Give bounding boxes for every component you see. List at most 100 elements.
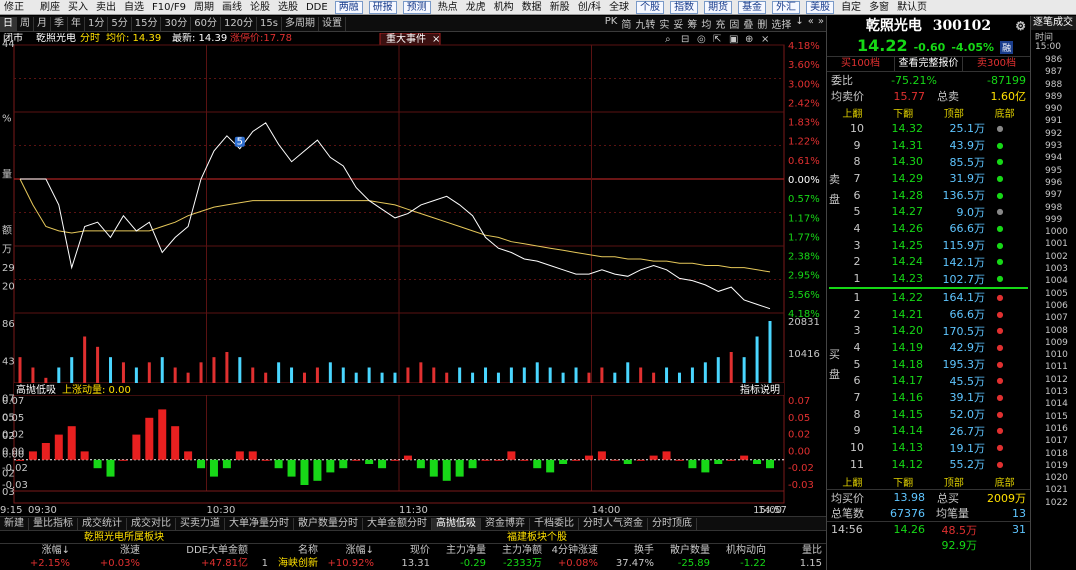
order-row[interactable]: 2 14.24 142.1万 ● <box>827 254 1030 271</box>
indicator-tab[interactable]: 量比指标 <box>29 517 78 530</box>
indicator-tab[interactable]: 大单金额分时 <box>363 517 432 530</box>
full-quote-button[interactable]: 查看完整报价 <box>894 57 963 71</box>
toolbar-item[interactable]: 论股 <box>246 0 274 14</box>
period-item[interactable]: 设置 <box>319 16 346 31</box>
indicator-tab[interactable]: 高抛低吸 <box>432 517 481 530</box>
period-item[interactable]: 日 <box>0 16 17 31</box>
sector-data-row[interactable]: +2.15% +0.03% +47.81亿 1 海峡创新 +10.92% 13.31 -0.2… <box>0 557 826 570</box>
toolbar-item[interactable]: 期货 <box>704 0 733 14</box>
order-row[interactable]: 6 14.28 136.5万 ● <box>827 187 1030 204</box>
order-row[interactable]: 8 14.30 85.5万 ● <box>827 153 1030 170</box>
toolbar-item[interactable]: 创/科 <box>574 0 605 14</box>
buy100-button[interactable]: 买100档 <box>827 57 894 71</box>
toolbar-item[interactable]: 选股 <box>274 0 302 14</box>
chart-tool-button[interactable]: 实 <box>657 16 671 31</box>
indicator-tab[interactable]: 成交对比 <box>127 517 176 530</box>
stock-col-header[interactable]: 4分钟涨速 <box>542 544 598 557</box>
stock-col-header[interactable]: 机构动向 <box>710 544 766 557</box>
period-item[interactable]: 15s <box>257 16 282 31</box>
gear-icon[interactable]: ⚙ <box>1015 16 1026 36</box>
period-item[interactable]: 季 <box>51 16 68 31</box>
chart-tool-button[interactable]: » <box>816 16 826 31</box>
chart-tool-button[interactable]: 均 <box>699 16 713 31</box>
sell300-button[interactable]: 卖300档 <box>963 57 1030 71</box>
order-row[interactable]: 2 14.21 66.6万 ● <box>827 306 1030 323</box>
order-row[interactable]: 1 14.22 164.1万 ● <box>827 289 1030 306</box>
chart-tool-button[interactable]: 固 <box>727 16 741 31</box>
order-row[interactable]: 1 14.23 102.7万 ● <box>827 270 1030 287</box>
chart-tool-button[interactable]: 选择 <box>769 16 793 31</box>
toolbar-item[interactable]: 新股 <box>546 0 574 14</box>
chart-tool-button[interactable]: 妥 <box>671 16 685 31</box>
period-item[interactable]: 多周期 <box>282 16 319 31</box>
order-row[interactable]: 4 14.26 66.6万 ● <box>827 220 1030 237</box>
order-row[interactable]: 5 14.18 195.3万 ● <box>827 356 1030 373</box>
toolbar-item[interactable]: 研报 <box>368 0 397 14</box>
toolbar-item[interactable]: 全球 <box>605 0 633 14</box>
toolbar-item[interactable]: 买入 <box>64 0 92 14</box>
chart-tool-button[interactable]: « <box>806 16 816 31</box>
stock-col-header[interactable]: 量比 <box>766 544 822 557</box>
period-item[interactable]: 5分 <box>108 16 132 31</box>
stock-col-header[interactable]: 主力净量 <box>430 544 486 557</box>
toolbar-item[interactable]: 个股 <box>636 0 665 14</box>
toolbar-item[interactable]: 修正 <box>0 0 28 14</box>
indicator-tab[interactable]: 分时人气资金 <box>579 517 648 530</box>
period-item[interactable]: 周 <box>17 16 34 31</box>
stock-col-header[interactable]: 涨幅↓ <box>318 544 374 557</box>
order-row[interactable]: 9 14.31 43.9万 ● <box>827 137 1030 154</box>
stock-col-header[interactable]: 散户数量 <box>654 544 710 557</box>
book-nav-button[interactable]: 底部 <box>979 474 1030 489</box>
book-nav-button[interactable]: 顶部 <box>929 105 980 120</box>
order-row[interactable]: 10 14.32 25.1万 ● <box>827 120 1030 137</box>
toolbar-item[interactable]: 数据 <box>518 0 546 14</box>
chart-tool-button[interactable]: 筹 <box>685 16 699 31</box>
toolbar-item[interactable]: 美股 <box>806 0 835 14</box>
sector-col-header[interactable]: 涨速 <box>70 544 140 557</box>
order-row[interactable]: 3 14.25 115.9万 ● <box>827 237 1030 254</box>
toolbar-item[interactable]: 基金 <box>738 0 767 14</box>
toolbar-item[interactable]: 自定 <box>837 0 865 14</box>
period-item[interactable]: 120分 <box>221 16 258 31</box>
order-row[interactable]: 7 14.29 31.9万 ● <box>827 170 1030 187</box>
book-nav-button[interactable]: 下翻 <box>878 474 929 489</box>
order-row[interactable]: 5 14.27 9.0万 ● <box>827 203 1030 220</box>
order-row[interactable]: 6 14.17 45.5万 ● <box>827 372 1030 389</box>
indicator-tab[interactable]: 新建 <box>0 517 29 530</box>
book-nav-button[interactable]: 下翻 <box>878 105 929 120</box>
indicator-tab[interactable]: 成交统计 <box>78 517 127 530</box>
chart-tool-button[interactable]: 充 <box>713 16 727 31</box>
indicator-tab[interactable]: 资金博弈 <box>481 517 530 530</box>
chart-tool-button[interactable]: 叠 <box>741 16 755 31</box>
order-row[interactable]: 8 14.15 52.0万 ● <box>827 406 1030 423</box>
period-item[interactable]: 15分 <box>132 16 162 31</box>
stock-col-header[interactable]: 换手 <box>598 544 654 557</box>
chart-tool-button[interactable]: ↓ <box>793 16 805 31</box>
toolbar-item[interactable]: 两融 <box>334 0 363 14</box>
stock-col-header[interactable]: 主力净额 <box>486 544 542 557</box>
stock-col-header[interactable]: 名称 <box>248 544 318 557</box>
book-nav-button[interactable]: 底部 <box>979 105 1030 120</box>
toolbar-item[interactable]: 刷座 <box>36 0 64 14</box>
toolbar-item[interactable]: 龙虎 <box>462 0 490 14</box>
indicator-tab[interactable]: 散户数量分时 <box>294 517 363 530</box>
sector-col-header[interactable]: 涨幅↓ <box>0 544 70 557</box>
sector-col-header[interactable]: DDE大单金额 <box>140 544 248 557</box>
order-row[interactable]: 4 14.19 42.9万 ● <box>827 339 1030 356</box>
toolbar-item[interactable]: 热点 <box>434 0 462 14</box>
book-nav-button[interactable]: 上翻 <box>827 105 878 120</box>
order-row[interactable]: 11 14.12 55.2万 ● <box>827 456 1030 473</box>
indicator-tab[interactable]: 买卖力道 <box>176 517 225 530</box>
toolbar-item[interactable]: F10/F9 <box>148 0 190 14</box>
timeshare-chart[interactable]: 闭市 乾照光电 分时 均价: 14.39 最新: 14.39 涨停价:17.78 重大事件 ×… <box>0 33 826 516</box>
period-item[interactable]: 年 <box>68 16 85 31</box>
toolbar-item[interactable]: 指数 <box>670 0 699 14</box>
toolbar-item[interactable]: 多窗 <box>865 0 893 14</box>
indicator-tab[interactable]: 分时顶底 <box>648 517 697 530</box>
chart-tool-button[interactable]: 九转 <box>633 16 657 31</box>
order-row[interactable]: 10 14.13 19.1万 ● <box>827 439 1030 456</box>
toolbar-item[interactable]: 画线 <box>218 0 246 14</box>
chart-svg[interactable]: 闭市 乾照光电 分时 均价: 14.39 最新: 14.39 涨停价:17.78 重大事件 ×… <box>0 33 826 516</box>
toolbar-item[interactable]: 预测 <box>402 0 431 14</box>
indicator-tab[interactable]: 千档委比 <box>530 517 579 530</box>
